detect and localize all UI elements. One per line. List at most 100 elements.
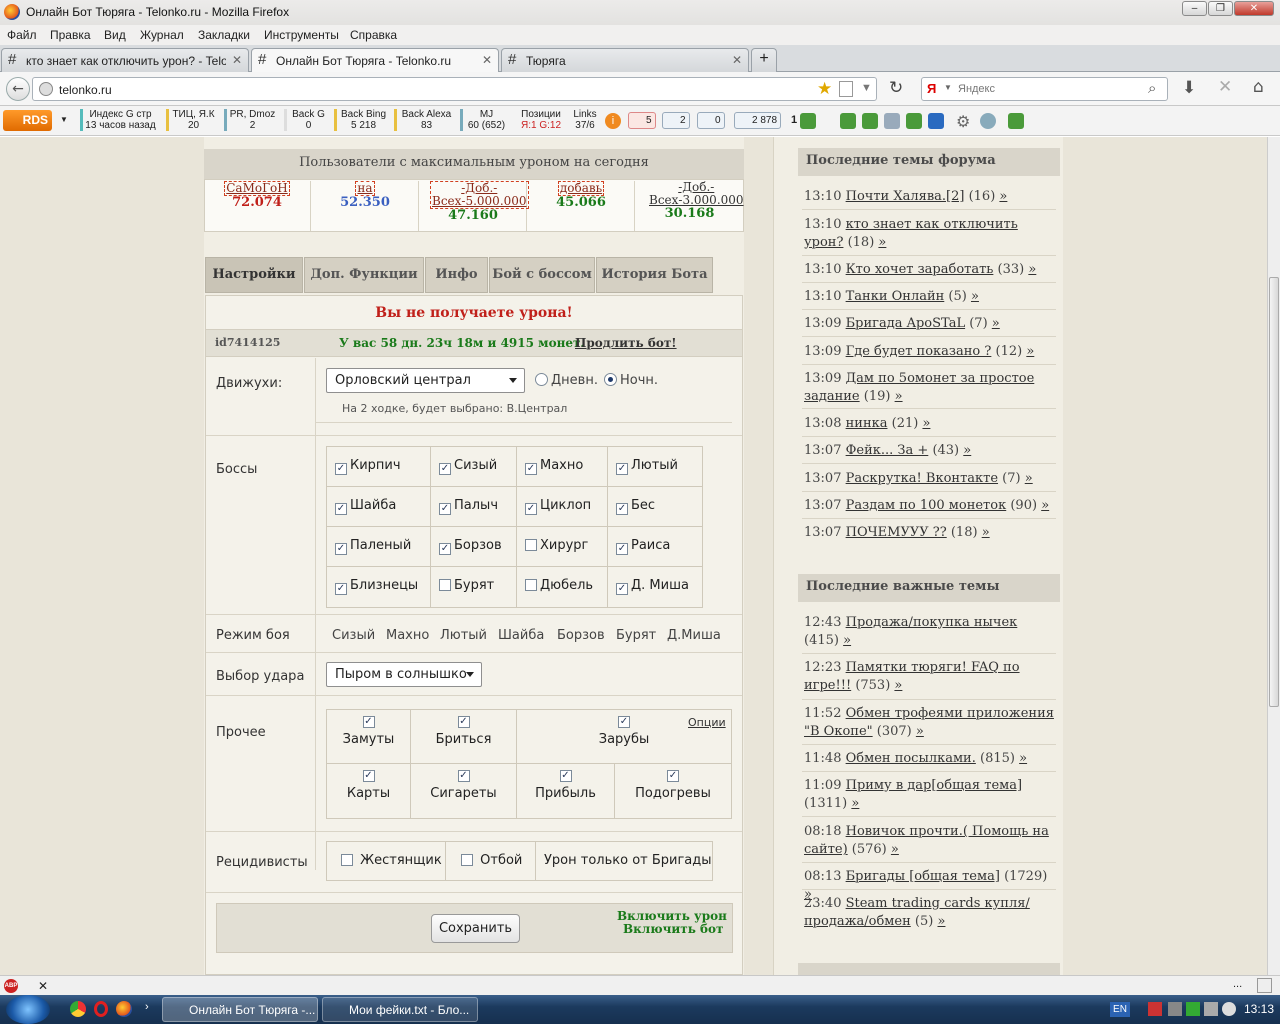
- rds-positions[interactable]: Позиции Я:1 G:12: [516, 109, 566, 131]
- language-indicator[interactable]: EN: [1110, 1002, 1130, 1017]
- menu-history[interactable]: Журнал: [140, 28, 184, 42]
- rds-majestic[interactable]: MJ 60 (652): [460, 109, 510, 131]
- boss-shaiba[interactable]: ✓ Шайба: [327, 487, 431, 527]
- recidivist-otboi[interactable]: Отбой: [446, 842, 536, 880]
- chart-icon[interactable]: [800, 113, 816, 129]
- rds-back-alexa[interactable]: Back Alexa 83: [394, 109, 456, 131]
- enable-damage-link[interactable]: Включить урон: [617, 909, 727, 923]
- tool-icon-2[interactable]: [862, 113, 878, 129]
- firefox-taskbar-icon[interactable]: [116, 1001, 132, 1017]
- fight-mode-buryat[interactable]: Бурят: [616, 628, 656, 643]
- options-link[interactable]: Опции: [688, 716, 726, 729]
- network-icon[interactable]: [1204, 1002, 1218, 1016]
- search-box[interactable]: Я ▼ Яндекс ⌕: [921, 77, 1168, 101]
- menu-edit[interactable]: Правка: [50, 28, 91, 42]
- boss-buryat[interactable]: Бурят: [431, 567, 517, 607]
- boss-kirpich[interactable]: ✓ Кирпич: [327, 447, 431, 487]
- tab-extra-functions[interactable]: Доп. Функции: [304, 257, 424, 293]
- strike-select[interactable]: Пыром в солнышко: [326, 662, 482, 687]
- tab-settings[interactable]: Настройки: [205, 257, 303, 293]
- fight-mode-shaiba[interactable]: Шайба: [498, 628, 544, 643]
- fight-mode-d-misha[interactable]: Д.Миша: [667, 628, 721, 643]
- home-tool-icon[interactable]: [884, 113, 900, 129]
- boss-lyuty[interactable]: ✓ Лютый: [608, 447, 702, 487]
- tool-icon-1[interactable]: [840, 113, 856, 129]
- magnifier-icon[interactable]: ⌕: [1148, 80, 1156, 97]
- other-britsya[interactable]: ✓ Бриться: [411, 710, 517, 764]
- tab-bot[interactable]: # Онлайн Бот Тюряга - Telonko.ru ✕: [251, 48, 499, 73]
- volume-icon[interactable]: [1222, 1002, 1236, 1016]
- other-sigarety[interactable]: ✓ Сигареты: [411, 764, 517, 818]
- menu-file[interactable]: Файл: [7, 28, 37, 42]
- tab-forum[interactable]: # кто знает как отключить урон? - Telo..…: [1, 48, 249, 72]
- close-window-button[interactable]: ✕: [1234, 1, 1274, 16]
- taskbar-firefox-window[interactable]: Онлайн Бот Тюряга -...: [162, 997, 318, 1022]
- tab-info[interactable]: Инфо: [425, 257, 488, 293]
- boss-bes[interactable]: ✓ Бес: [608, 487, 702, 527]
- tab-turyaga[interactable]: # Тюряга ✕: [501, 48, 749, 72]
- menu-bookmarks[interactable]: Закладки: [198, 28, 250, 42]
- reload-icon[interactable]: ↻: [889, 78, 903, 98]
- boss-makhno[interactable]: ✓ Махно: [517, 447, 608, 487]
- rds-dropdown-icon[interactable]: ▼: [60, 115, 68, 124]
- stop-icon[interactable]: ✕: [1218, 77, 1232, 97]
- settings-gear-icon[interactable]: ⚙: [956, 112, 970, 132]
- rds-tic[interactable]: ТИЦ, Я.К 20: [166, 109, 218, 131]
- moves-select[interactable]: Орловский централ: [326, 368, 525, 393]
- tray-icon-3[interactable]: [1186, 1002, 1200, 1016]
- back-arrow-icon[interactable]: ←: [6, 77, 30, 101]
- google-plus-counter[interactable]: 5: [628, 112, 656, 129]
- twitter-counter[interactable]: 0: [697, 112, 725, 129]
- puzzle-icon[interactable]: [1008, 113, 1024, 129]
- chrome-icon[interactable]: [70, 1001, 86, 1017]
- rds-google-index[interactable]: Индекс G стр 13 часов назад: [80, 109, 158, 131]
- tab-boss-fight[interactable]: Бой с боссом: [489, 257, 595, 293]
- close-tab-icon[interactable]: ✕: [482, 53, 492, 67]
- scrollbar-thumb[interactable]: [1269, 277, 1279, 707]
- page-scrollbar[interactable]: [1267, 137, 1280, 975]
- bookmark-star-icon[interactable]: ★: [817, 79, 832, 99]
- other-podogrevy[interactable]: ✓ Подогревы: [615, 764, 731, 818]
- fight-mode-lyuty[interactable]: Лютый: [440, 628, 487, 643]
- boss-bliznetsy[interactable]: ✓ Близнецы: [327, 567, 431, 607]
- menu-tools[interactable]: Инструменты: [264, 28, 339, 42]
- tray-icon-1[interactable]: [1148, 1002, 1162, 1016]
- rds-pr[interactable]: PR, Dmoz 2: [224, 109, 278, 131]
- minimize-button[interactable]: ‒: [1182, 1, 1207, 16]
- save-button[interactable]: Сохранить: [431, 914, 520, 943]
- menu-view[interactable]: Вид: [104, 28, 126, 42]
- resize-grip-icon[interactable]: [1257, 978, 1272, 993]
- search-engine-dropdown-icon[interactable]: ▼: [944, 83, 952, 92]
- like-counter[interactable]: 2: [662, 112, 690, 129]
- close-tab-icon[interactable]: ✕: [232, 53, 242, 67]
- download-icon[interactable]: ⬇: [1182, 78, 1196, 98]
- close-addon-bar-icon[interactable]: ✕: [38, 979, 48, 993]
- taskbar-notepad-window[interactable]: Мои фейки.txt - Бло...: [322, 997, 478, 1022]
- code-icon[interactable]: [906, 113, 922, 129]
- adblock-icon[interactable]: ABP: [4, 979, 18, 993]
- home-icon[interactable]: ⌂: [1253, 77, 1264, 97]
- new-tab-button[interactable]: +: [751, 48, 777, 72]
- enable-bot-link[interactable]: Включить бот: [623, 922, 723, 936]
- start-button[interactable]: [6, 995, 50, 1024]
- rds-logo[interactable]: RDS: [3, 110, 52, 131]
- boss-d-misha[interactable]: ✓ Д. Миша: [608, 567, 702, 607]
- vk-counter[interactable]: 2 878: [734, 112, 782, 129]
- other-zamuty[interactable]: ✓ Замуты: [327, 710, 411, 764]
- boss-khirurg[interactable]: Хирург: [517, 527, 608, 567]
- reader-icon[interactable]: [839, 81, 853, 97]
- url-bar[interactable]: telonko.ru ★ ▼: [32, 77, 877, 101]
- other-pribyl[interactable]: ✓ Прибыль: [517, 764, 615, 818]
- fight-mode-sizy[interactable]: Сизый: [332, 628, 375, 643]
- tray-icon-2[interactable]: [1168, 1002, 1182, 1016]
- database-icon[interactable]: [928, 113, 944, 129]
- fight-mode-borzov[interactable]: Борзов: [557, 628, 605, 643]
- rds-back-google[interactable]: Back G0: [284, 109, 330, 131]
- night-radio[interactable]: [604, 373, 617, 386]
- rds-one-counter[interactable]: 1: [791, 114, 797, 126]
- close-tab-icon[interactable]: ✕: [732, 53, 742, 67]
- day-radio[interactable]: [535, 373, 548, 386]
- boss-sizy[interactable]: ✓ Сизый: [431, 447, 517, 487]
- rds-back-bing[interactable]: Back Bing 5 218: [334, 109, 390, 131]
- dropdown-arrow-icon[interactable]: ▼: [861, 82, 872, 94]
